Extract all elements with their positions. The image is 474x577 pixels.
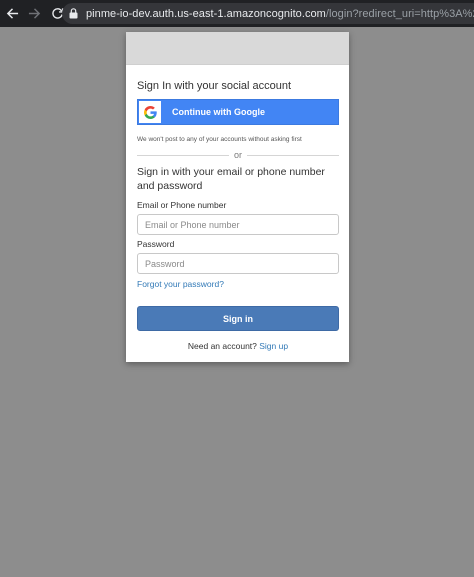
social-heading: Sign In with your social account: [137, 80, 292, 92]
signin-heading: Sign in with your email or phone number …: [137, 166, 325, 192]
browser-toolbar: pinme-io-dev.auth.us-east-1.amazoncognit…: [0, 0, 474, 27]
card-banner: [126, 32, 349, 65]
password-label: Password: [137, 239, 175, 249]
privacy-note: We won't post to any of your accounts wi…: [137, 136, 302, 143]
continue-with-google-button[interactable]: Continue with Google: [137, 99, 339, 125]
signup-row: Need an account? Sign up: [137, 341, 339, 351]
signin-button[interactable]: Sign in: [137, 306, 339, 331]
url-path: /login?redirect_uri=http%3A%2F%2Flocalho: [325, 7, 474, 20]
login-card: Sign In with your social account Continu…: [126, 32, 349, 362]
forgot-password-link[interactable]: Forgot your password?: [137, 279, 224, 289]
email-label: Email or Phone number: [137, 200, 227, 210]
signup-link[interactable]: Sign up: [259, 341, 288, 351]
password-input[interactable]: [137, 253, 339, 274]
google-logo-icon: [139, 101, 161, 123]
divider-line-right: [247, 154, 340, 156]
url-host: pinme-io-dev.auth.us-east-1.amazoncognit…: [86, 7, 326, 20]
or-text: or: [234, 150, 243, 160]
google-button-label: Continue with Google: [172, 107, 265, 117]
or-divider: or: [137, 150, 340, 160]
forward-arrow-icon[interactable]: [24, 4, 44, 24]
lock-icon: [69, 8, 78, 19]
signup-prompt: Need an account?: [187, 341, 260, 351]
divider-line-left: [137, 154, 229, 156]
address-bar[interactable]: pinme-io-dev.auth.us-east-1.amazoncognit…: [62, 3, 474, 24]
card-body: Sign In with your social account Continu…: [126, 80, 349, 351]
email-input[interactable]: [137, 214, 339, 235]
back-arrow-icon[interactable]: [2, 4, 22, 24]
